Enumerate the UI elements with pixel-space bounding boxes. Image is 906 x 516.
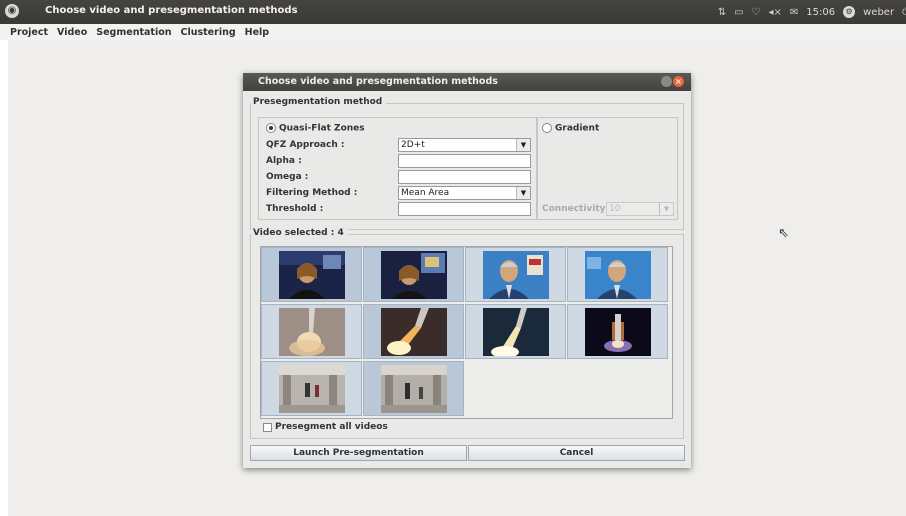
qfz-radio-label: Quasi-Flat Zones: [279, 123, 365, 134]
threshold-label: Threshold :: [266, 204, 324, 214]
user-icon[interactable]: ⚙: [843, 6, 856, 18]
qfz-radio[interactable]: Quasi-Flat Zones: [266, 123, 365, 134]
connectivity-value: 10: [609, 204, 621, 214]
qfz-panel: Quasi-Flat Zones QFZ Approach : 2D+t ▼ A…: [258, 117, 537, 220]
chevron-down-icon[interactable]: ▼: [659, 203, 673, 215]
filtering-method-select[interactable]: Mean Area ▼: [398, 186, 531, 200]
close-icon[interactable]: ×: [673, 76, 684, 87]
video-thumbnail[interactable]: [363, 304, 464, 359]
connectivity-label: Connectivity :: [542, 204, 613, 214]
preseg-dialog: Choose video and presegmentation methods…: [243, 73, 691, 468]
preseg-group: Presegmentation method Quasi-Flat Zones …: [250, 97, 684, 230]
filtering-method-value: Mean Area: [401, 188, 450, 198]
cancel-button[interactable]: Cancel: [468, 445, 685, 461]
connectivity-select[interactable]: 10 ▼: [606, 202, 674, 216]
rocket-launch-image: [585, 308, 651, 356]
gradient-radio-label: Gradient: [555, 123, 600, 134]
battery-icon[interactable]: ▭: [734, 7, 743, 18]
menu-video[interactable]: Video: [57, 27, 87, 38]
chevron-down-icon[interactable]: ▼: [516, 187, 530, 199]
dialog-titlebar[interactable]: Choose video and presegmentation methods…: [243, 73, 691, 91]
alpha-label: Alpha :: [266, 156, 302, 166]
username[interactable]: weber: [863, 7, 894, 18]
video-thumbnail[interactable]: [261, 361, 362, 416]
window-title: Choose video and presegmentation methods: [45, 5, 298, 16]
ubuntu-logo-icon[interactable]: ◉: [5, 4, 19, 18]
omega-label: Omega :: [266, 172, 309, 182]
video-thumbnail[interactable]: [261, 247, 362, 302]
preseg-group-label: Presegmentation method: [251, 97, 387, 107]
gradient-radio[interactable]: Gradient: [542, 123, 599, 134]
network-icon[interactable]: ⇅: [718, 7, 726, 18]
menu-bar: Project Video Segmentation Clustering He…: [0, 24, 906, 40]
clock[interactable]: 15:06: [806, 7, 835, 18]
rocket-launch-image: [483, 308, 549, 356]
mouse-cursor-icon: ⇖: [778, 226, 789, 241]
menu-help[interactable]: Help: [245, 27, 269, 38]
menu-segmentation[interactable]: Segmentation: [96, 27, 171, 38]
power-icon[interactable]: ⏻: [902, 7, 906, 18]
minimize-icon[interactable]: [661, 76, 672, 87]
dialog-title: Choose video and presegmentation methods: [258, 76, 498, 87]
omega-input[interactable]: [398, 170, 531, 184]
gradient-radio-button[interactable]: [542, 123, 552, 133]
news-anchor-woman-image: [381, 251, 447, 299]
mail-icon[interactable]: ✉: [790, 7, 798, 18]
rocket-launch-image: [279, 308, 345, 356]
gradient-panel: Gradient Connectivity : 10 ▼: [537, 117, 678, 220]
qfz-approach-label: QFZ Approach :: [266, 140, 345, 150]
launch-presegmentation-button[interactable]: Launch Pre-segmentation: [250, 445, 467, 461]
video-thumbnail[interactable]: [465, 247, 566, 302]
volume-icon[interactable]: ◂×: [769, 7, 782, 18]
news-anchor-man-image: [483, 251, 549, 299]
video-thumbnail[interactable]: [363, 247, 464, 302]
qfz-approach-select[interactable]: 2D+t ▼: [398, 138, 531, 152]
top-panel: ◉ Choose video and presegmentation metho…: [0, 0, 906, 24]
video-thumbnail[interactable]: [261, 304, 362, 359]
news-anchor-man-image: [585, 251, 651, 299]
station-hall-image: [381, 365, 447, 413]
video-group-label: Video selected : 4: [251, 228, 348, 238]
qfz-approach-value: 2D+t: [401, 140, 425, 150]
video-thumbnail[interactable]: [567, 247, 668, 302]
menu-project[interactable]: Project: [10, 27, 48, 38]
chevron-down-icon[interactable]: ▼: [516, 139, 530, 151]
filtering-method-label: Filtering Method :: [266, 188, 358, 198]
menu-clustering[interactable]: Clustering: [181, 27, 236, 38]
news-anchor-woman-image: [279, 251, 345, 299]
presegment-all-checkbox[interactable]: [263, 423, 272, 432]
rocket-launch-image: [381, 308, 447, 356]
presegment-all-label: Presegment all videos: [275, 422, 388, 432]
station-hall-image: [279, 365, 345, 413]
threshold-input[interactable]: [398, 202, 531, 216]
wifi-icon[interactable]: ♡: [752, 7, 761, 18]
video-thumbnail[interactable]: [363, 361, 464, 416]
video-thumbnail-grid: [260, 246, 673, 419]
alpha-input[interactable]: [398, 154, 531, 168]
system-tray: ⇅ ▭ ♡ ◂× ✉ 15:06 ⚙ weber ⏻: [718, 4, 906, 20]
video-thumbnail[interactable]: [465, 304, 566, 359]
video-thumbnail[interactable]: [567, 304, 668, 359]
qfz-radio-button[interactable]: [266, 123, 276, 133]
